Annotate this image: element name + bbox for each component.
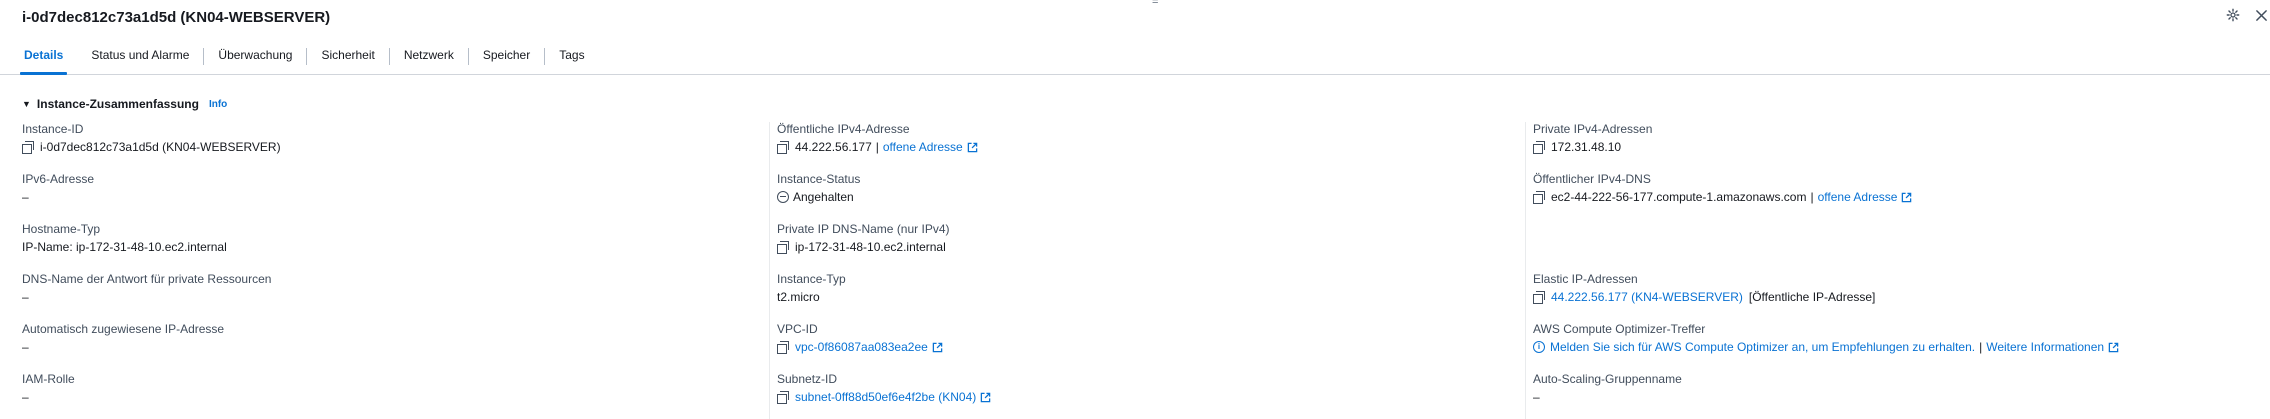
field-label: IAM-Rolle [22, 372, 75, 386]
field-ipv6: IPv6-Adresse – [22, 172, 762, 204]
stopped-status-icon [777, 191, 789, 203]
open-address-link[interactable]: offene Adresse [883, 140, 963, 154]
copy-icon[interactable] [777, 340, 790, 354]
elastic-ip-link[interactable]: 44.222.56.177 (KN4-WEBSERVER) [1551, 290, 1743, 304]
auto-ip-value: – [22, 340, 29, 354]
field-instance-type: Instance-Typ t2.micro [777, 272, 1517, 304]
tab-details[interactable]: Details [10, 45, 77, 75]
field-hostname-type: Hostname-Typ IP-Name: ip-172-31-48-10.ec… [22, 222, 762, 254]
asg-value: – [1533, 390, 1540, 404]
field-compute-optimizer: AWS Compute Optimizer-Treffer i Melden S… [1533, 322, 2270, 354]
field-label: Elastic IP-Adressen [1533, 272, 1638, 286]
details-header: i-0d7dec812c73a1d5d (KN04-WEBSERVER) [22, 6, 330, 28]
header-actions [2224, 6, 2270, 24]
optimizer-signup-link[interactable]: Melden Sie sich für AWS Compute Optimize… [1550, 340, 1975, 354]
vpc-id-link[interactable]: vpc-0f86087aa083ea2ee [795, 340, 928, 354]
field-public-dns: Öffentlicher IPv4-DNS ec2-44-222-56-177.… [1533, 172, 2270, 204]
field-label: Instance-ID [22, 122, 84, 136]
info-link[interactable]: Info [209, 99, 227, 110]
tab-security[interactable]: Sicherheit [307, 45, 388, 74]
column-divider [769, 122, 770, 419]
section-title: Instance-Zusammenfassung [36, 97, 199, 111]
section-toggle[interactable]: ▼ Instance-Zusammenfassung Info [22, 97, 227, 111]
field-label: AWS Compute Optimizer-Treffer [1533, 322, 1706, 336]
external-link-icon[interactable] [932, 342, 943, 353]
field-label: Instance-Status [777, 172, 861, 186]
instance-state-value: Angehalten [793, 190, 854, 204]
external-link-icon[interactable] [980, 392, 991, 403]
field-private-dns: Private IP DNS-Name (nur IPv4) ip-172-31… [777, 222, 1517, 254]
tab-tags[interactable]: Tags [545, 45, 598, 74]
iam-role-value: – [22, 390, 29, 404]
field-label: Subnetz-ID [777, 372, 838, 386]
field-label: Öffentliche IPv4-Adresse [777, 122, 910, 136]
private-ipv4-value: 172.31.48.10 [1551, 140, 1622, 154]
instance-id-value: i-0d7dec812c73a1d5d (KN04-WEBSERVER) [40, 140, 281, 154]
copy-icon[interactable] [1533, 190, 1546, 204]
caret-down-icon: ▼ [22, 99, 31, 109]
field-label: Auto-Scaling-Gruppenname [1533, 372, 1682, 386]
external-link-icon[interactable] [1901, 192, 1912, 203]
close-icon[interactable] [2252, 6, 2270, 24]
hostname-type-value: IP-Name: ip-172-31-48-10.ec2.internal [22, 240, 227, 254]
field-iam-role: IAM-Rolle – [22, 372, 762, 404]
separator: | [1810, 190, 1814, 204]
copy-icon[interactable] [777, 140, 790, 154]
tab-status-alarms[interactable]: Status und Alarme [77, 45, 203, 74]
copy-icon[interactable] [22, 140, 35, 154]
copy-icon[interactable] [777, 390, 790, 404]
field-instance-state: Instance-Status Angehalten [777, 172, 1517, 204]
tab-storage[interactable]: Speicher [469, 45, 544, 74]
tab-networking[interactable]: Netzwerk [390, 45, 468, 74]
field-label: Hostname-Typ [22, 222, 101, 236]
field-label: Private IPv4-Adressen [1533, 122, 1653, 136]
copy-icon[interactable] [1533, 290, 1546, 304]
external-link-icon[interactable] [967, 142, 978, 153]
field-instance-id: Instance-ID i-0d7dec812c73a1d5d (KN04-WE… [22, 122, 762, 154]
field-label: Öffentlicher IPv4-DNS [1533, 172, 1651, 186]
page-title: i-0d7dec812c73a1d5d (KN04-WEBSERVER) [22, 8, 331, 26]
copy-icon[interactable] [777, 240, 790, 254]
public-dns-value: ec2-44-222-56-177.compute-1.amazonaws.co… [1551, 190, 1807, 204]
field-label: VPC-ID [777, 322, 818, 336]
field-label: Instance-Typ [777, 272, 846, 286]
field-auto-ip: Automatisch zugewiesene IP-Adresse – [22, 322, 762, 354]
private-dns-value: ip-172-31-48-10.ec2.internal [795, 240, 946, 254]
external-link-icon[interactable] [2108, 342, 2119, 353]
field-label: Private IP DNS-Name (nur IPv4) [777, 222, 950, 236]
public-ipv4-value: 44.222.56.177 [795, 140, 872, 154]
separator: | [875, 140, 879, 154]
field-vpc-id: VPC-ID vpc-0f86087aa083ea2ee [777, 322, 1517, 354]
field-public-ipv4: Öffentliche IPv4-Adresse 44.222.56.177 |… [777, 122, 1517, 154]
field-dns-answer: DNS-Name der Antwort für private Ressour… [22, 272, 762, 304]
field-label: Automatisch zugewiesene IP-Adresse [22, 322, 225, 336]
tab-bar: Details Status und Alarme Überwachung Si… [0, 45, 2270, 75]
open-address-link[interactable]: offene Adresse [1818, 190, 1898, 204]
tab-monitoring[interactable]: Überwachung [204, 45, 306, 74]
info-circle-icon: i [1533, 341, 1545, 353]
field-asg-name: Auto-Scaling-Gruppenname – [1533, 372, 2270, 404]
elastic-ip-type: [Öffentliche IP-Adresse] [1748, 290, 1876, 304]
subnet-id-link[interactable]: subnet-0ff88d50ef6e4f2be (KN04) [795, 390, 976, 404]
drag-handle-icon[interactable]: = [1152, 0, 1162, 8]
field-label: DNS-Name der Antwort für private Ressour… [22, 272, 272, 286]
dns-answer-value: – [22, 290, 29, 304]
column-divider [1525, 122, 1526, 419]
instance-type-value: t2.micro [777, 290, 820, 304]
field-subnet-id: Subnetz-ID subnet-0ff88d50ef6e4f2be (KN0… [777, 372, 1517, 404]
ipv6-value: – [22, 190, 29, 204]
field-elastic-ip: Elastic IP-Adressen 44.222.56.177 (KN4-W… [1533, 272, 2270, 304]
field-label: IPv6-Adresse [22, 172, 95, 186]
field-private-ipv4: Private IPv4-Adressen 172.31.48.10 [1533, 122, 2270, 154]
separator: | [1979, 340, 1983, 354]
copy-icon[interactable] [1533, 140, 1546, 154]
learn-more-link[interactable]: Weitere Informationen [1986, 340, 2104, 354]
settings-gear-icon[interactable] [2224, 6, 2242, 24]
